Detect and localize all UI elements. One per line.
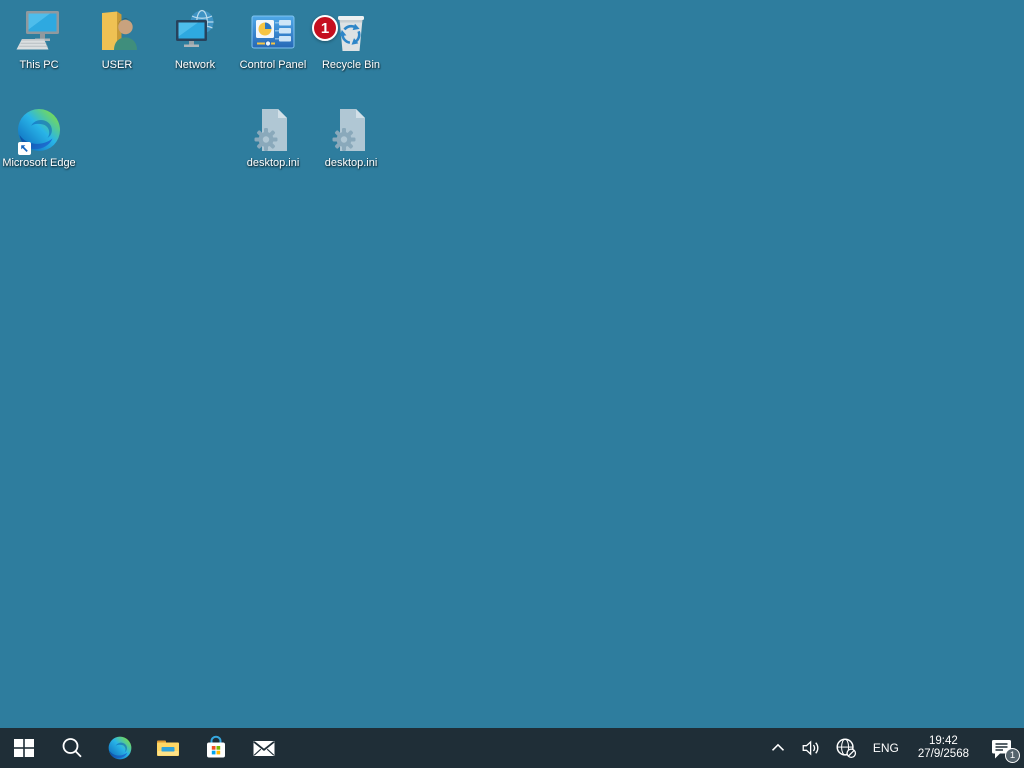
tray-show-hidden-icons-button[interactable] bbox=[761, 728, 795, 768]
volume-icon bbox=[800, 736, 824, 760]
start-button[interactable] bbox=[0, 728, 48, 768]
taskbar-microsoft-store-button[interactable] bbox=[192, 728, 240, 768]
desktop-icon-control-panel[interactable]: 1 Control Panel bbox=[234, 6, 312, 72]
icon-label: Microsoft Edge bbox=[2, 157, 75, 170]
search-icon bbox=[59, 735, 85, 761]
icon-label: USER bbox=[102, 59, 133, 72]
this-pc-icon bbox=[15, 6, 63, 58]
taskbar-file-explorer-button[interactable] bbox=[144, 728, 192, 768]
windows-logo-icon bbox=[11, 735, 37, 761]
tray-language-indicator[interactable]: ENG bbox=[863, 728, 909, 768]
action-center-badge: 1 bbox=[1005, 748, 1020, 763]
microsoft-store-icon bbox=[203, 735, 229, 761]
search-button[interactable] bbox=[48, 728, 96, 768]
ini-file-icon bbox=[327, 104, 375, 156]
icon-label: Network bbox=[175, 59, 215, 72]
desktop-icon-user-folder[interactable]: USER bbox=[78, 6, 156, 72]
mail-icon bbox=[251, 735, 277, 761]
notification-count-badge: 1 bbox=[312, 15, 338, 41]
icon-label: This PC bbox=[19, 59, 58, 72]
edge-icon bbox=[107, 735, 133, 761]
clock-time: 19:42 bbox=[929, 735, 958, 748]
chevron-up-icon bbox=[767, 737, 789, 759]
control-panel-icon: 1 bbox=[249, 6, 297, 58]
network-icon bbox=[171, 6, 219, 58]
system-tray: ENG 19:42 27/9/2568 1 bbox=[761, 728, 1024, 768]
taskbar: ENG 19:42 27/9/2568 1 bbox=[0, 728, 1024, 768]
desktop-icon-microsoft-edge[interactable]: Microsoft Edge bbox=[0, 104, 78, 170]
icon-label: desktop.ini bbox=[325, 157, 378, 170]
edge-icon bbox=[15, 104, 63, 156]
tray-clock[interactable]: 19:42 27/9/2568 bbox=[909, 728, 978, 768]
tray-network-button[interactable] bbox=[829, 728, 863, 768]
user-folder-icon bbox=[93, 6, 141, 58]
shortcut-arrow-icon bbox=[18, 142, 31, 155]
taskbar-mail-button[interactable] bbox=[240, 728, 288, 768]
taskbar-edge-button[interactable] bbox=[96, 728, 144, 768]
tray-action-center-button[interactable]: 1 bbox=[978, 728, 1024, 768]
desktop-icon-desktop-ini-1[interactable]: desktop.ini bbox=[234, 104, 312, 170]
icon-label: Control Panel bbox=[240, 59, 307, 72]
tray-volume-button[interactable] bbox=[795, 728, 829, 768]
clock-date: 27/9/2568 bbox=[918, 748, 969, 761]
desktop: This PC USER bbox=[0, 0, 1024, 728]
icon-label: desktop.ini bbox=[247, 157, 300, 170]
globe-no-internet-icon bbox=[834, 736, 858, 760]
icon-label: Recycle Bin bbox=[322, 59, 380, 72]
ini-file-icon bbox=[249, 104, 297, 156]
desktop-icon-this-pc[interactable]: This PC bbox=[0, 6, 78, 72]
desktop-icon-network[interactable]: Network bbox=[156, 6, 234, 72]
desktop-icon-desktop-ini-2[interactable]: desktop.ini bbox=[312, 104, 390, 170]
file-explorer-icon bbox=[155, 735, 181, 761]
